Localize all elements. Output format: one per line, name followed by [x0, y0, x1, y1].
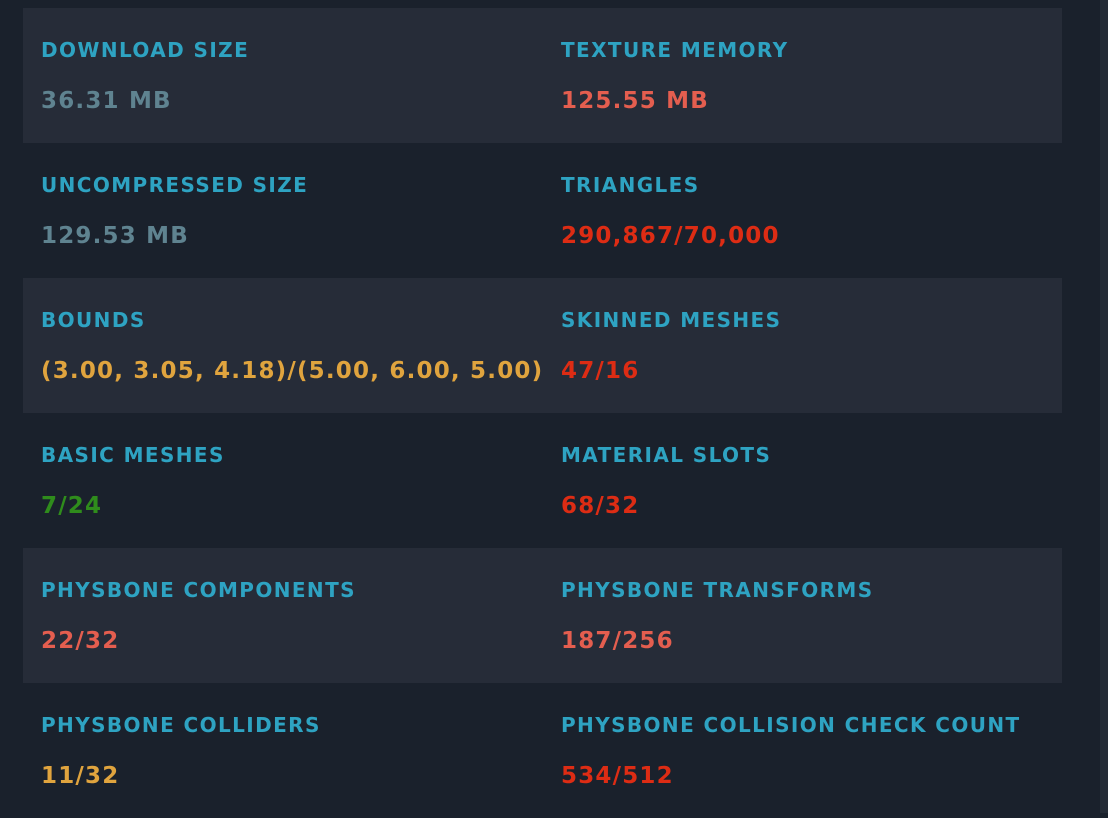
stat-label: TRIANGLES: [561, 173, 700, 197]
stat-basic-meshes: BASIC MESHES 7/24: [23, 413, 543, 548]
stat-label: PHYSBONE COLLIDERS: [41, 713, 321, 737]
stats-row: BOUNDS (3.00, 3.05, 4.18)/(5.00, 6.00, 5…: [23, 278, 1062, 413]
stat-physbone-transforms: PHYSBONE TRANSFORMS 187/256: [543, 548, 1062, 683]
stat-label: PHYSBONE COLLISION CHECK COUNT: [561, 713, 1021, 737]
stat-label: UNCOMPRESSED SIZE: [41, 173, 309, 197]
scrollbar-track[interactable]: [1100, 0, 1108, 813]
stat-value: (3.00, 3.05, 4.18)/(5.00, 6.00, 5.00): [41, 358, 544, 384]
stat-label: MATERIAL SLOTS: [561, 443, 772, 467]
stat-value: 129.53 MB: [41, 223, 189, 249]
stat-label: BASIC MESHES: [41, 443, 225, 467]
stat-label: PHYSBONE COMPONENTS: [41, 578, 356, 602]
stat-label: TEXTURE MEMORY: [561, 38, 789, 62]
stat-value: 11/32: [41, 763, 120, 789]
stat-physbone-colliders: PHYSBONE COLLIDERS 11/32: [23, 683, 543, 818]
stat-physbone-components: PHYSBONE COMPONENTS 22/32: [23, 548, 543, 683]
stat-value: 187/256: [561, 628, 674, 654]
stat-material-slots: MATERIAL SLOTS 68/32: [543, 413, 1062, 548]
stat-value: 22/32: [41, 628, 120, 654]
stat-value: 534/512: [561, 763, 674, 789]
stat-value: 290,867/70,000: [561, 223, 780, 249]
stat-value: 7/24: [41, 493, 103, 519]
stats-row: UNCOMPRESSED SIZE 129.53 MB TRIANGLES 29…: [23, 143, 1062, 278]
stats-row: PHYSBONE COMPONENTS 22/32 PHYSBONE TRANS…: [23, 548, 1062, 683]
stat-skinned-meshes: SKINNED MESHES 47/16: [543, 278, 1062, 413]
stat-label: BOUNDS: [41, 308, 146, 332]
stat-physbone-collision-check-count: PHYSBONE COLLISION CHECK COUNT 534/512: [543, 683, 1062, 818]
stat-value: 36.31 MB: [41, 88, 172, 114]
stat-value: 47/16: [561, 358, 640, 384]
stat-triangles: TRIANGLES 290,867/70,000: [543, 143, 1062, 278]
stat-label: PHYSBONE TRANSFORMS: [561, 578, 874, 602]
stats-row: BASIC MESHES 7/24 MATERIAL SLOTS 68/32: [23, 413, 1062, 548]
stat-label: SKINNED MESHES: [561, 308, 782, 332]
stat-label: DOWNLOAD SIZE: [41, 38, 250, 62]
stats-row: DOWNLOAD SIZE 36.31 MB TEXTURE MEMORY 12…: [23, 8, 1062, 143]
stat-uncompressed-size: UNCOMPRESSED SIZE 129.53 MB: [23, 143, 543, 278]
stat-bounds: BOUNDS (3.00, 3.05, 4.18)/(5.00, 6.00, 5…: [23, 278, 543, 413]
stats-row: PHYSBONE COLLIDERS 11/32 PHYSBONE COLLIS…: [23, 683, 1062, 818]
stat-value: 125.55 MB: [561, 88, 709, 114]
stat-value: 68/32: [561, 493, 640, 519]
performance-stats-grid: DOWNLOAD SIZE 36.31 MB TEXTURE MEMORY 12…: [23, 8, 1062, 818]
stat-download-size: DOWNLOAD SIZE 36.31 MB: [23, 8, 543, 143]
stat-texture-memory: TEXTURE MEMORY 125.55 MB: [543, 8, 1062, 143]
